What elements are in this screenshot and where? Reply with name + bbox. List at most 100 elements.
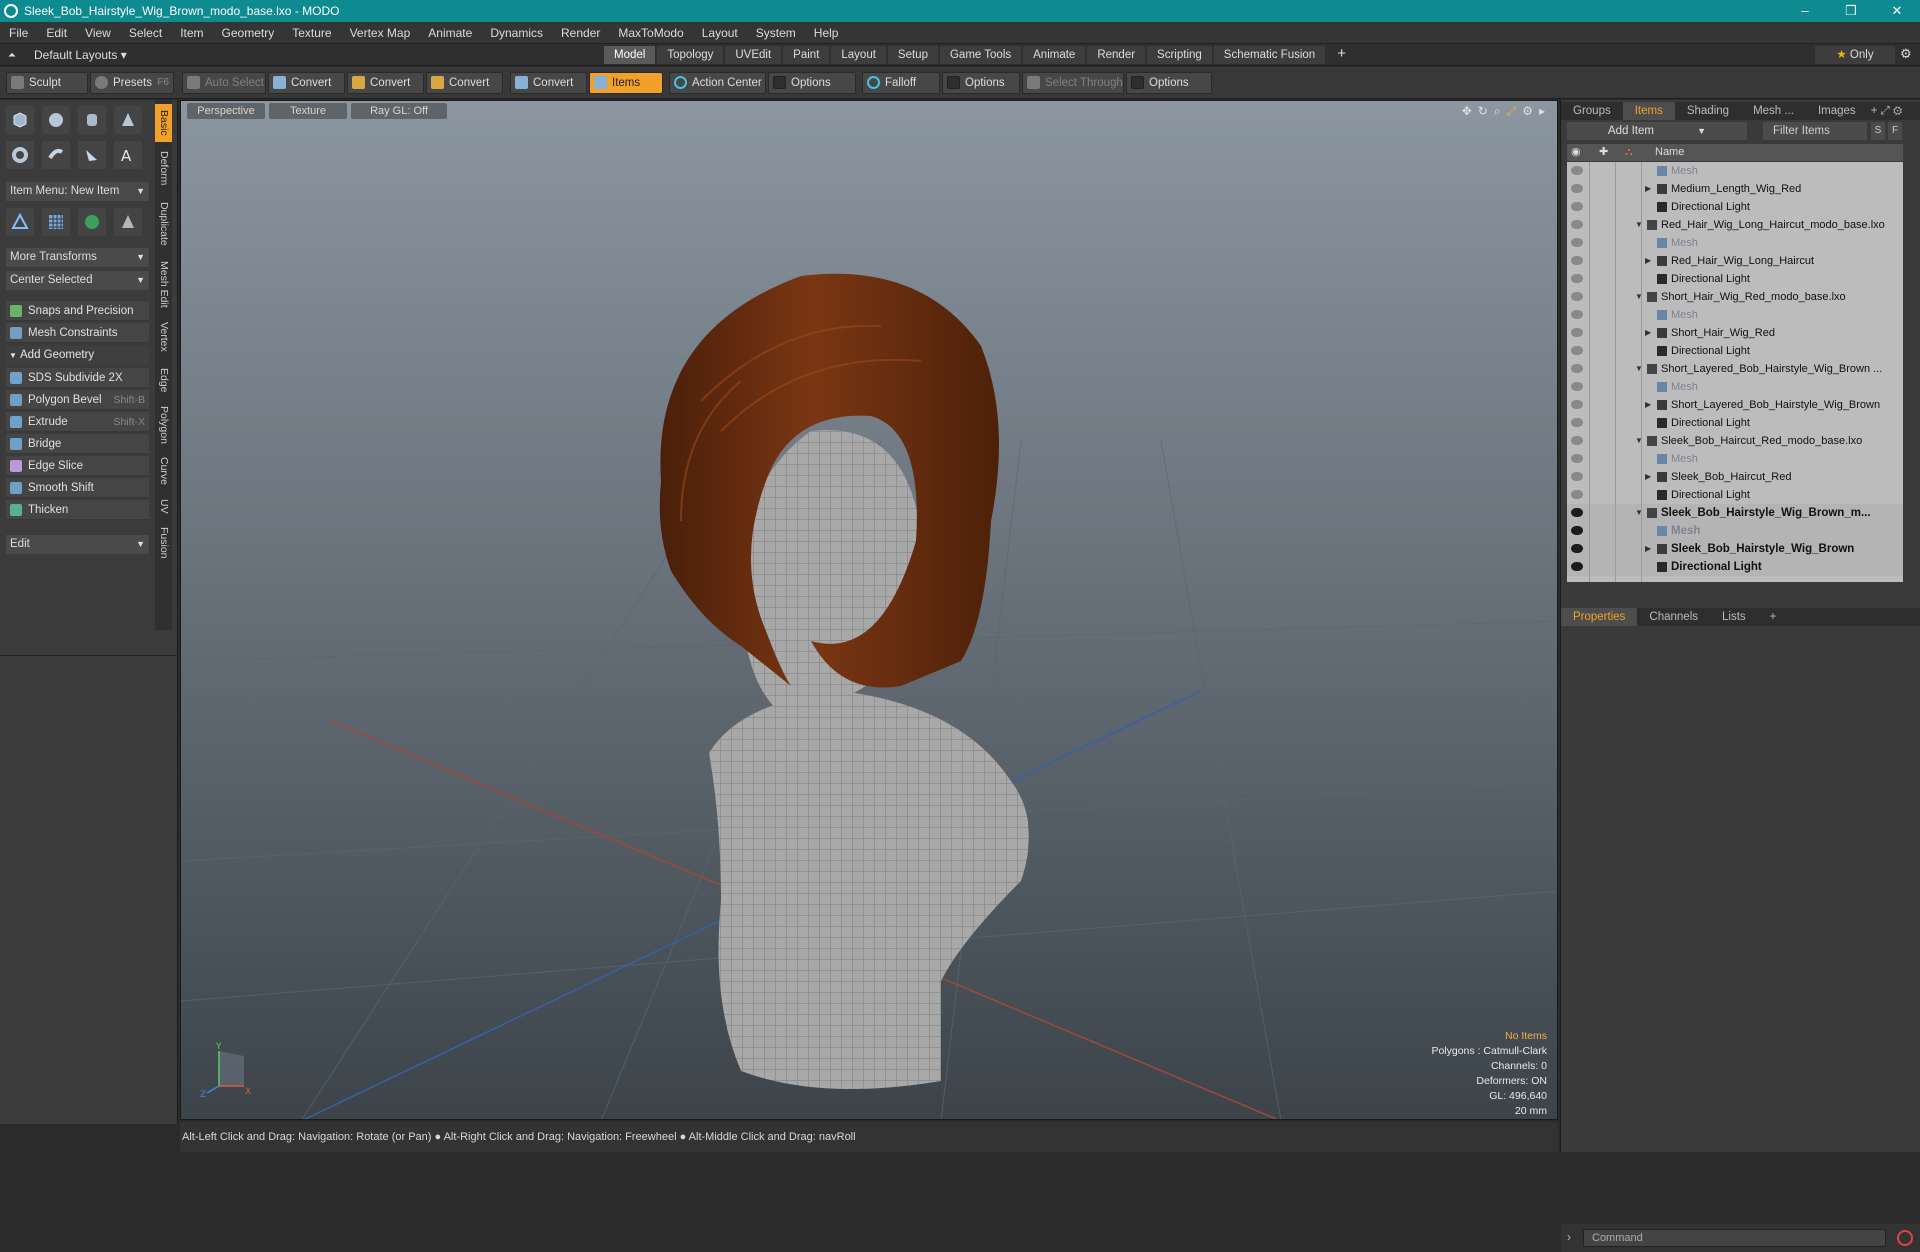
visibility-eye-icon[interactable] [1571,418,1583,427]
tree-row-item[interactable]: ▶ Short_Hair_Wig_Red [1567,324,1903,342]
add-tab-icon[interactable]: + [1758,608,1789,626]
visibility-eye-icon[interactable] [1571,310,1583,319]
tree-row-mesh[interactable]: Mesh [1567,450,1903,468]
tree-row-light[interactable]: Directional Light [1567,198,1903,216]
tab-items[interactable]: Items [1622,102,1675,120]
tree-row-mesh[interactable]: Mesh [1567,306,1903,324]
add-geometry-section[interactable]: ▼ Add Geometry [6,346,149,365]
auto-select-button[interactable]: Auto Select [182,72,266,94]
add-tab-icon[interactable]: + [1327,46,1356,64]
vtab-mesh-edit[interactable]: Mesh Edit [155,256,172,312]
maximize-button[interactable]: ❐ [1828,3,1874,19]
convert-materials-button[interactable]: Convert [510,72,587,94]
capsule-icon[interactable] [42,141,70,169]
vtab-uv[interactable]: UV [155,494,172,518]
expand-triangle-icon[interactable]: ▶ [1645,180,1651,198]
cube-icon[interactable] [6,106,34,134]
menu-dynamics[interactable]: Dynamics [481,26,552,40]
tree-row-mesh[interactable]: Mesh [1567,378,1903,396]
edge-slice-button[interactable]: Edge Slice [6,456,149,476]
polygon-bevel-button[interactable]: Polygon Bevel Shift-B [6,390,149,410]
cylinder-icon[interactable] [78,106,106,134]
select-through-options-button[interactable]: Options [1126,72,1212,94]
extrude-button[interactable]: Extrude Shift-X [6,412,149,432]
visibility-column-icon[interactable]: ◉ [1571,144,1581,161]
expand-triangle-icon[interactable]: ▶ [1645,396,1651,414]
menu-vertex-map[interactable]: Vertex Map [341,26,420,40]
mesh-constraints-button[interactable]: Mesh Constraints [6,323,149,343]
tab-paint[interactable]: Paint [783,46,830,64]
action-center-options-button[interactable]: Options [768,72,856,94]
visibility-eye-icon[interactable] [1571,220,1583,229]
tree-row-scene[interactable]: ▼ Sleek_Bob_Hairstyle_Wig_Brown_m... [1567,504,1903,522]
tree-row-light[interactable]: Directional Light [1567,414,1903,432]
tree-row-item[interactable]: ▶ Short_Layered_Bob_Hairstyle_Wig_Brown [1567,396,1903,414]
visibility-eye-icon[interactable] [1571,292,1583,301]
s-button[interactable]: S [1871,122,1885,140]
item-menu-dropdown[interactable]: Item Menu: New Item ▼ [6,182,149,201]
tab-game-tools[interactable]: Game Tools [939,46,1022,64]
tab-render[interactable]: Render [1087,46,1146,64]
action-center-button[interactable]: Action Center [669,72,766,94]
3d-viewport[interactable]: Perspective Texture Ray GL: Off ✥ ↻ ⌕ ⤢ … [180,100,1558,1120]
vtab-fusion[interactable]: Fusion [155,522,172,564]
convert-edges-button[interactable]: Convert [347,72,424,94]
visibility-eye-icon[interactable] [1571,400,1583,409]
sphere-icon[interactable] [42,106,70,134]
visibility-eye-icon[interactable] [1571,382,1583,391]
visibility-eye-icon[interactable] [1571,256,1583,265]
tab-channels[interactable]: Channels [1637,608,1710,626]
tab-setup[interactable]: Setup [887,46,938,64]
presets-button[interactable]: Presets F6 [90,72,174,94]
command-input[interactable]: Command [1583,1229,1886,1247]
falloff-options-button[interactable]: Options [942,72,1020,94]
visibility-eye-icon[interactable] [1571,436,1583,445]
visibility-eye-icon[interactable] [1571,238,1583,247]
layouts-dropdown[interactable]: ⏶ Default Layouts ▾ [8,47,127,63]
vtab-curve[interactable]: Curve [155,452,172,490]
visibility-eye-icon[interactable] [1571,274,1583,283]
tree-row-scene[interactable]: ▼ Short_Hair_Wig_Red_modo_base.lxo [1567,288,1903,306]
visibility-eye-icon[interactable] [1571,328,1583,337]
tree-row-light[interactable]: Directional Light [1567,342,1903,360]
smooth-shift-button[interactable]: Smooth Shift [6,478,149,498]
cone-icon[interactable] [114,106,142,134]
filter-items-input[interactable]: Filter Items [1763,122,1867,140]
grid-mesh-icon[interactable] [42,208,70,236]
sculpt-button[interactable]: Sculpt [6,72,88,94]
close-button[interactable]: ✕ [1874,3,1920,19]
lock-column-icon[interactable]: ✚ [1599,144,1608,161]
expand-triangle-icon[interactable]: ▶ [1645,324,1651,342]
tab-model[interactable]: Model [604,46,656,64]
gear-icon[interactable]: ⚙ [1900,46,1912,62]
tab-lists[interactable]: Lists [1710,608,1758,626]
tab-properties[interactable]: Properties [1561,608,1638,626]
menu-texture[interactable]: Texture [283,26,340,40]
select-through-button[interactable]: Select Through [1022,72,1124,94]
visibility-eye-icon[interactable] [1571,526,1583,535]
menu-system[interactable]: System [747,26,805,40]
panel-options-icon[interactable]: + ⤢ ⚙ [1868,102,1906,120]
record-icon[interactable] [1897,1230,1913,1246]
tree-row-light[interactable]: Directional Light [1567,486,1903,504]
menu-view[interactable]: View [76,26,120,40]
tree-row-scene[interactable]: ▼ Red_Hair_Wig_Long_Haircut_modo_base.lxo [1567,216,1903,234]
menu-edit[interactable]: Edit [37,26,76,40]
text-tool-icon[interactable]: A [114,141,142,169]
tree-row-mesh[interactable]: Mesh [1567,162,1903,180]
minimize-button[interactable]: – [1782,3,1828,19]
globe-icon[interactable] [78,208,106,236]
expand-triangle-icon[interactable]: ▶ [1645,252,1651,270]
menu-geometry[interactable]: Geometry [213,26,284,40]
tab-animate[interactable]: Animate [1023,46,1086,64]
locator-icon[interactable] [6,208,34,236]
tab-topology[interactable]: Topology [657,46,724,64]
visibility-eye-icon[interactable] [1571,544,1583,553]
tree-row-item[interactable]: ▶ Sleek_Bob_Haircut_Red [1567,468,1903,486]
edit-dropdown[interactable]: Edit ▼ [6,535,149,554]
menu-select[interactable]: Select [120,26,171,40]
vtab-vertex[interactable]: Vertex [155,316,172,358]
tree-row-light[interactable]: Directional Light [1567,270,1903,288]
visibility-eye-icon[interactable] [1571,364,1583,373]
collapse-arrow-icon[interactable]: ⏶ [8,50,16,61]
